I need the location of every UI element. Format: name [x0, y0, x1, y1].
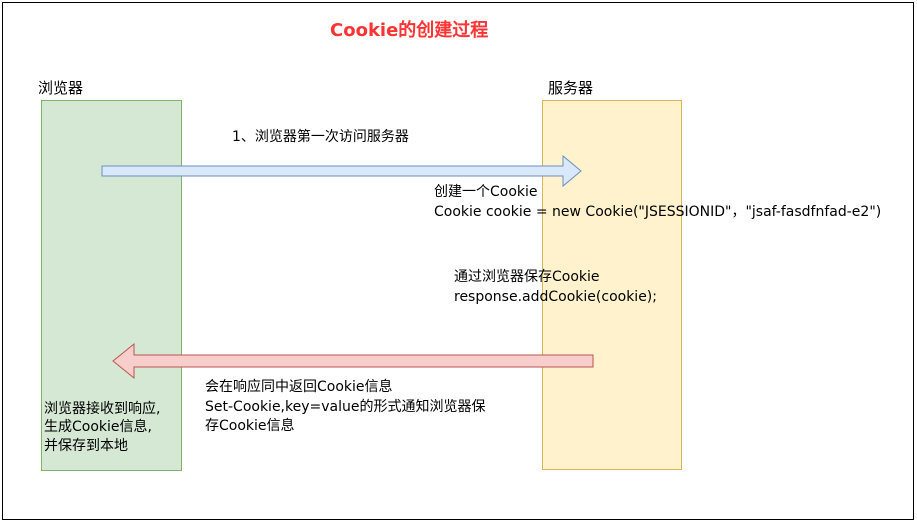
return-cookie-note-line2: Set-Cookie,key=value的形式通知浏览器保	[205, 399, 486, 415]
request-arrow	[101, 154, 582, 188]
save-cookie-note-line2: response.addCookie(cookie);	[454, 289, 657, 305]
response-arrow	[112, 342, 594, 380]
browser-note-line3: 并保存到本地	[44, 438, 128, 454]
request-label: 1、浏览器第一次访问服务器	[232, 129, 409, 145]
browser-note-line2: 生成Cookie信息,	[44, 419, 152, 435]
return-cookie-note-line3: 存Cookie信息	[205, 418, 295, 434]
save-cookie-note-line1: 通过浏览器保存Cookie	[454, 269, 600, 285]
create-cookie-note-line2: Cookie cookie = new Cookie("JSESSIONID"，…	[434, 204, 882, 220]
browser-note-line1: 浏览器接收到响应,	[44, 401, 161, 417]
create-cookie-note-line1: 创建一个Cookie	[434, 184, 538, 200]
edges-layer	[101, 154, 594, 380]
return-cookie-note-line1: 会在响应同中返回Cookie信息	[205, 379, 393, 395]
